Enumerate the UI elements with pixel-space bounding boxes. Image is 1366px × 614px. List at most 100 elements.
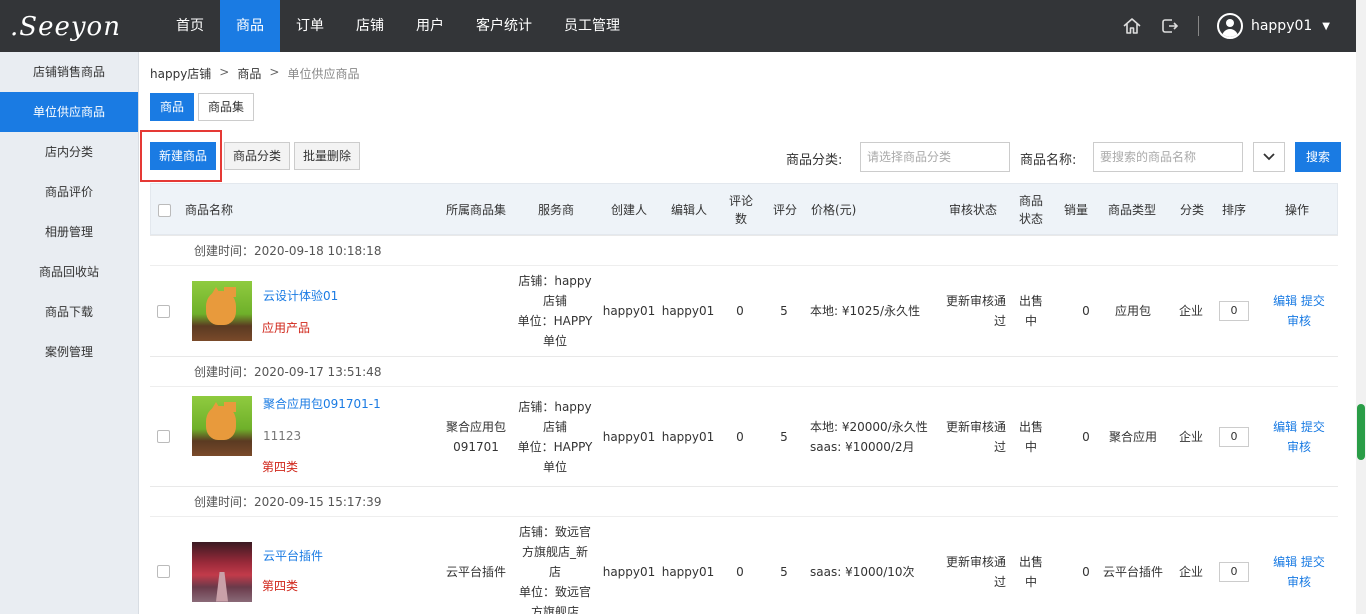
sort-cell: 0	[1218, 266, 1250, 356]
search-button[interactable]: 搜索	[1295, 142, 1342, 172]
main-nav: 首页 商品 订单 店铺 用户 客户统计 员工管理	[160, 0, 636, 52]
category-select-input[interactable]	[860, 142, 1010, 172]
set-cell: 云平台插件	[445, 564, 506, 579]
header-actions: happy01 ▼	[1106, 0, 1330, 52]
score-cell: 5	[780, 304, 788, 318]
header-divider	[1197, 16, 1199, 36]
table-row: 聚合应用包091701-1 11123 第四类 聚合应用包 091701 店铺：…	[150, 386, 1338, 486]
product-name-link[interactable]: 云设计体验01	[263, 287, 338, 304]
audit-cell: 更新审核通过	[945, 294, 1006, 328]
col-editor: 编辑人	[670, 203, 707, 217]
row-checkbox[interactable]	[156, 304, 170, 318]
breadcrumb-current: 单位供应商品	[287, 67, 360, 81]
product-thumbnail[interactable]	[192, 396, 252, 456]
submit-link[interactable]: 提交	[1301, 420, 1325, 434]
sales-cell: 0	[1082, 304, 1090, 318]
top-navbar: .Seeyon致远 首页 商品 订单 店铺 用户 客户统计 员工管理 happy…	[0, 0, 1356, 61]
nav-orders[interactable]: 订单	[280, 0, 340, 52]
edit-link[interactable]: 编辑	[1273, 420, 1297, 434]
audit-link[interactable]: 审核	[1287, 437, 1311, 457]
product-name-link[interactable]: 聚合应用包091701-1	[263, 395, 381, 412]
logout-icon[interactable]	[1158, 14, 1182, 38]
row-created-time: 创建时间：2020-09-18 10:18:18	[150, 235, 1338, 265]
sort-input[interactable]: 0	[1219, 426, 1249, 447]
provider-cell: 店铺：happy 店铺 单位：HAPPY 单位	[517, 274, 593, 348]
row-checkbox-cell	[156, 266, 170, 356]
product-name-input[interactable]	[1093, 142, 1243, 172]
page-scrollbar[interactable]	[1356, 0, 1366, 614]
product-name-link[interactable]: 云平台插件	[263, 547, 323, 564]
user-avatar[interactable]	[1216, 13, 1243, 39]
col-class: 分类	[1179, 203, 1204, 217]
status-cell: 出售中	[1018, 294, 1043, 328]
nav-home[interactable]: 首页	[160, 0, 220, 52]
home-icon[interactable]	[1120, 14, 1144, 38]
audit-link[interactable]: 审核	[1287, 572, 1311, 592]
filter-name-label: 商品名称:	[1020, 153, 1077, 168]
nav-users[interactable]: 用户	[400, 0, 460, 52]
provider-cell: 店铺：happy 店铺 单位：HAPPY 单位	[517, 399, 593, 474]
sidebar-item-reviews[interactable]: 商品评价	[0, 172, 138, 212]
breadcrumb-section[interactable]: 商品	[237, 65, 261, 82]
user-name[interactable]: happy01	[1251, 18, 1312, 34]
ops-cell: 编辑 提交 审核	[1268, 266, 1330, 356]
nav-staff[interactable]: 员工管理	[548, 0, 636, 52]
toolbar: 新建商品 商品分类 批量删除 商品分类: 商品名称: 搜索	[140, 130, 1356, 184]
product-category-button[interactable]: 商品分类	[224, 142, 291, 170]
breadcrumb-separator: >	[219, 65, 230, 79]
reviews-cell: 0	[736, 564, 744, 579]
product-thumbnail[interactable]	[192, 281, 252, 341]
edit-link[interactable]: 编辑	[1273, 555, 1297, 569]
row-checkbox[interactable]	[156, 565, 170, 578]
class-cell: 企业	[1178, 304, 1203, 318]
col-price: 价格(元)	[811, 203, 857, 217]
sort-input[interactable]: 0	[1219, 301, 1249, 321]
product-thumbnail-cell	[192, 517, 252, 614]
tab-product-sets[interactable]: 商品集	[198, 93, 255, 121]
product-thumbnail[interactable]	[192, 541, 252, 602]
col-score: 评分	[772, 203, 797, 217]
col-type: 商品类型	[1107, 203, 1156, 217]
submit-link[interactable]: 提交	[1301, 294, 1325, 308]
edit-link[interactable]: 编辑	[1273, 294, 1297, 308]
col-provider: 服务商	[537, 203, 574, 217]
batch-delete-button[interactable]: 批量删除	[294, 142, 361, 170]
sidebar-item-cases[interactable]: 案例管理	[0, 332, 138, 372]
row-checkbox-cell	[156, 387, 170, 486]
type-cell: 聚合应用	[1108, 429, 1157, 444]
nav-products[interactable]: 商品	[220, 0, 280, 52]
set-cell: 聚合应用包 091701	[445, 419, 506, 454]
editor-cell: happy01	[661, 304, 715, 318]
new-product-button[interactable]: 新建商品	[150, 142, 217, 170]
sidebar-item-shop-category[interactable]: 店内分类	[0, 132, 138, 172]
type-cell: 云平台插件	[1102, 564, 1163, 579]
nav-shops[interactable]: 店铺	[340, 0, 400, 52]
sidebar-item-unit-products[interactable]: 单位供应商品	[0, 92, 138, 132]
status-cell: 出售中	[1018, 419, 1043, 454]
products-table: 商品名称 所属商品集 服务商 创建人 编辑人 评论数 评分 价格(元) 审核状态…	[150, 183, 1338, 614]
row-created-time: 创建时间：2020-09-15 15:17:39	[150, 486, 1338, 516]
nav-customer-stats[interactable]: 客户统计	[460, 0, 548, 52]
tab-products[interactable]: 商品	[150, 93, 195, 121]
sort-input[interactable]: 0	[1219, 561, 1249, 582]
seeyon-logo[interactable]: .Seeyon致远	[10, 12, 122, 61]
select-all-checkbox[interactable]	[157, 203, 171, 217]
col-set: 所属商品集	[445, 203, 506, 217]
audit-link[interactable]: 审核	[1287, 311, 1311, 331]
sidebar-item-albums[interactable]: 相册管理	[0, 212, 138, 252]
price-cell: 本地: ¥1025/永久性	[810, 304, 921, 318]
editor-cell: happy01	[661, 429, 715, 444]
col-sort: 排序	[1221, 203, 1246, 217]
row-checkbox[interactable]	[156, 430, 170, 443]
status-cell: 出售中	[1018, 554, 1043, 589]
submit-link[interactable]: 提交	[1301, 555, 1325, 569]
chevron-down-icon[interactable]: ▼	[1322, 21, 1330, 32]
ops-cell: 编辑 提交 审核	[1268, 517, 1330, 614]
breadcrumb-shop[interactable]: happy店铺	[150, 65, 211, 82]
scrollbar-thumb[interactable]	[1357, 404, 1365, 460]
sidebar-item-shop-products[interactable]: 店铺销售商品	[0, 52, 138, 92]
sidebar-item-recycle[interactable]: 商品回收站	[0, 252, 138, 292]
sidebar-item-downloads[interactable]: 商品下载	[0, 292, 138, 332]
reviews-cell: 0	[736, 304, 744, 318]
chevron-down-icon[interactable]	[1253, 142, 1285, 172]
